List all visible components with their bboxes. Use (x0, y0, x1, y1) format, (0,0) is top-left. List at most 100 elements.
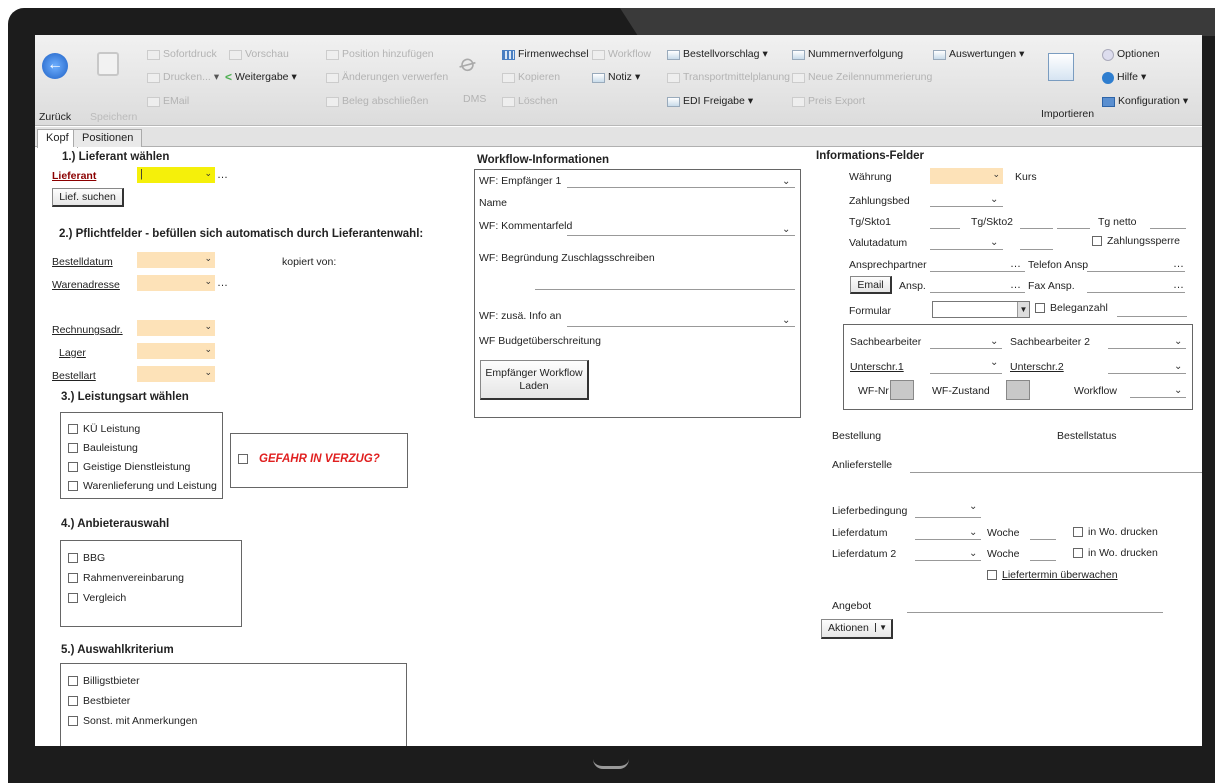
lieferant-more-button[interactable]: … (217, 169, 229, 181)
back-icon[interactable]: ← (42, 53, 68, 79)
save-button[interactable]: Speichern (90, 111, 137, 123)
preis-export-button[interactable]: Preis Export (792, 95, 865, 108)
hilfe-button[interactable]: Hilfe ▾ (1102, 71, 1146, 84)
aktionen-button[interactable]: Aktionen ▼ (821, 619, 893, 639)
chevron-down-icon[interactable]: ⌄ (990, 237, 998, 248)
wf-begruendung-field[interactable] (535, 276, 795, 290)
telefon-more-button[interactable]: … (1173, 258, 1185, 270)
edi-freigabe-button[interactable]: EDI Freigabe ▾ (667, 95, 753, 108)
chevron-down-icon[interactable]: ⌄ (969, 548, 977, 559)
checkbox-zahlungssperre[interactable]: Zahlungssperre (1092, 235, 1180, 247)
checkbox-billigstbieter[interactable]: Billigstbieter (68, 675, 140, 687)
notiz-button[interactable]: Notiz ▾ (592, 71, 640, 84)
fax-more-button[interactable]: … (1173, 279, 1185, 291)
wf-empfaenger-select[interactable] (567, 174, 795, 188)
importieren-button[interactable]: Importieren (1041, 108, 1094, 120)
vorschau-button[interactable]: Vorschau (229, 48, 289, 61)
konfiguration-button[interactable]: Konfiguration ▾ (1102, 95, 1188, 108)
nummernverfolgung-button[interactable]: Nummernverfolgung (792, 48, 903, 61)
firmenwechsel-button[interactable]: Firmenwechsel (502, 48, 589, 61)
formular-select[interactable]: ▼ (932, 301, 1030, 318)
warenadresse-label[interactable]: Warenadresse (52, 279, 120, 291)
checkbox-in-wo-drucken-2[interactable]: in Wo. drucken (1073, 547, 1158, 559)
checkbox-geistige-dienstleistung[interactable]: Geistige Dienstleistung (68, 461, 190, 473)
checkbox-liefertermin-ueberwachen[interactable]: Liefertermin überwachen (987, 569, 1118, 581)
tab-positionen[interactable]: Positionen (73, 129, 143, 147)
checkbox-bestbieter[interactable]: Bestbieter (68, 695, 130, 707)
chevron-down-icon[interactable]: ⌄ (782, 315, 790, 326)
anlieferstelle-field[interactable] (910, 459, 1202, 473)
auswertungen-button[interactable]: Auswertungen ▾ (933, 48, 1024, 61)
transportmittelplanung-button[interactable]: Transportmittelplanung (667, 71, 790, 84)
chevron-down-icon[interactable]: ⌄ (969, 501, 977, 512)
bestellart-select[interactable]: ⌄ (137, 366, 215, 382)
chevron-down-icon[interactable]: ⌄ (782, 176, 790, 187)
checkbox-beleganzahl[interactable]: Beleganzahl (1035, 302, 1108, 314)
dms-button[interactable]: DMS (463, 93, 486, 105)
lager-select[interactable]: ⌄ (137, 343, 215, 359)
empfaenger-workflow-laden-button[interactable]: Empfänger Workflow Laden (480, 360, 589, 400)
kopieren-button[interactable]: Kopieren (502, 71, 560, 84)
lager-label[interactable]: Lager (59, 347, 86, 359)
workflow-button[interactable]: Workflow (592, 48, 651, 61)
ansp-more-button[interactable]: … (1010, 279, 1022, 291)
sofortdruck-button[interactable]: Sofortdruck (147, 48, 217, 61)
chevron-down-icon[interactable]: ⌄ (1174, 336, 1182, 347)
checkbox-sonst-mit-anmerkungen[interactable]: Sonst. mit Anmerkungen (68, 715, 197, 727)
wf-kommentar-select[interactable] (567, 222, 795, 236)
woche2-field[interactable] (1030, 547, 1056, 561)
lieferant-select[interactable]: | ⌄ (137, 167, 215, 183)
checkbox-bbg[interactable]: BBG (68, 552, 105, 564)
email-button[interactable]: EMail (147, 95, 189, 108)
chevron-down-icon[interactable]: ⌄ (969, 527, 977, 538)
warenadresse-select[interactable]: ⌄ (137, 275, 215, 291)
chevron-down-icon[interactable]: ⌄ (782, 224, 790, 235)
aenderungen-verwerfen-button[interactable]: Änderungen verwerfen (326, 71, 448, 84)
beleganzahl-field[interactable] (1117, 303, 1187, 317)
rechnungsadr-label[interactable]: Rechnungsadr. (52, 324, 123, 336)
import-icon[interactable] (1048, 53, 1074, 81)
checkbox-bauleistung[interactable]: Bauleistung (68, 442, 138, 454)
valutadatum-extra-field[interactable] (1020, 236, 1053, 250)
chevron-down-icon[interactable]: ⌄ (990, 357, 998, 368)
rechnungsadr-select[interactable]: ⌄ (137, 320, 215, 336)
checkbox-ku-leistung[interactable]: KÜ Leistung (68, 423, 140, 435)
ansprechpartner-more-button[interactable]: … (1010, 258, 1022, 270)
loeschen-button[interactable]: Löschen (502, 95, 558, 108)
weitergabe-button[interactable]: < Weitergabe ▾ (225, 71, 297, 84)
bestelldatum-label[interactable]: Bestelldatum (52, 256, 113, 268)
tg-skto2-field[interactable] (1020, 215, 1053, 229)
paperclip-icon[interactable]: ⌀ (455, 48, 481, 79)
chevron-down-icon[interactable]: ⌄ (990, 194, 998, 205)
chevron-down-icon[interactable]: ⌄ (990, 336, 998, 347)
unterschr2-label[interactable]: Unterschr.2 (1010, 361, 1064, 373)
neue-zeilennummerierung-button[interactable]: Neue Zeilennummerierung (792, 71, 932, 84)
fax-field[interactable] (1087, 279, 1185, 293)
save-icon[interactable] (97, 52, 119, 76)
unterschr1-label[interactable]: Unterschr.1 (850, 361, 904, 373)
tg-skto2-percent-field[interactable] (1057, 215, 1090, 229)
bestellart-label[interactable]: Bestellart (52, 370, 96, 382)
tg-skto1-field[interactable] (930, 215, 960, 229)
angebot-field[interactable] (907, 599, 1163, 613)
telefon-field[interactable] (1087, 258, 1185, 272)
checkbox-gefahr-in-verzug[interactable]: GEFAHR IN VERZUG? (238, 453, 380, 465)
chevron-down-icon[interactable]: ⌄ (1174, 361, 1182, 372)
checkbox-vergleich[interactable]: Vergleich (68, 592, 126, 604)
bestellvorschlag-button[interactable]: Bestellvorschlag ▾ (667, 48, 768, 61)
email-button[interactable]: Email (850, 276, 892, 294)
position-hinzufuegen-button[interactable]: Position hinzufügen (326, 48, 434, 61)
lieferant-label[interactable]: Lieferant (52, 170, 96, 182)
woche-field[interactable] (1030, 526, 1056, 540)
checkbox-in-wo-drucken[interactable]: in Wo. drucken (1073, 526, 1158, 538)
bestelldatum-select[interactable]: ⌄ (137, 252, 215, 268)
lief-suchen-button[interactable]: Lief. suchen (52, 188, 124, 207)
tab-kopf[interactable]: Kopf (37, 129, 78, 148)
wf-zusae-info-select[interactable] (567, 313, 795, 327)
tg-netto-field[interactable] (1150, 215, 1186, 229)
drucken-button[interactable]: Drucken... ▾ (147, 71, 219, 84)
back-button[interactable]: Zurück (39, 111, 71, 123)
checkbox-rahmenvereinbarung[interactable]: Rahmenvereinbarung (68, 572, 184, 584)
warenadresse-more-button[interactable]: … (217, 277, 229, 289)
optionen-button[interactable]: Optionen (1102, 48, 1160, 61)
